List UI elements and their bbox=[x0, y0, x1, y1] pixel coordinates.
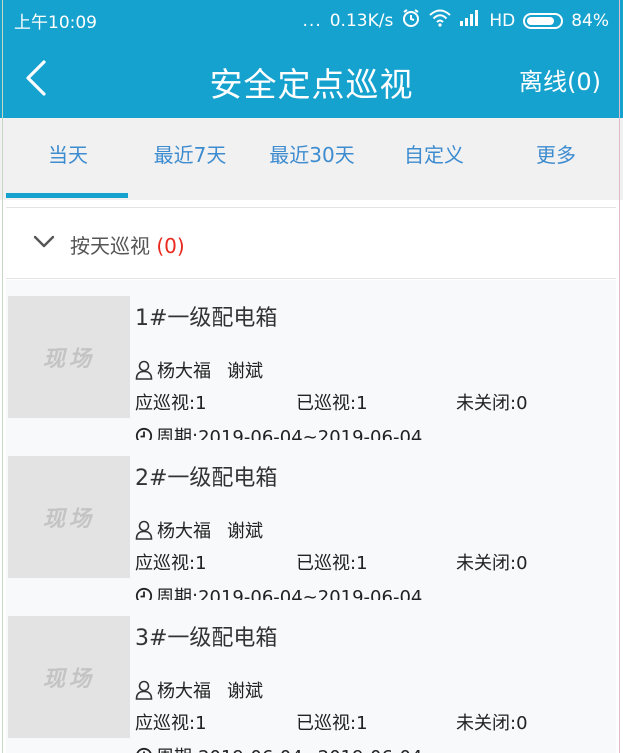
signal-icon bbox=[459, 10, 481, 31]
user-icon bbox=[135, 360, 153, 380]
assignees: 杨大福 谢斌 bbox=[135, 357, 263, 383]
site-thumbnail: 现场 bbox=[8, 456, 130, 578]
assignee-name: 谢斌 bbox=[227, 361, 263, 382]
assignee-name: 杨大福 bbox=[157, 521, 211, 542]
assignee-name: 杨大福 bbox=[157, 681, 211, 702]
patrol-list: 现场 1#一级配电箱 杨大福 谢斌 应巡视:1 已巡视:1 未关闭:0 周期:2… bbox=[6, 280, 616, 753]
period: 周期:2019-06-04~2019-06-04 bbox=[135, 743, 422, 753]
battery-percent: 84% bbox=[571, 10, 609, 31]
item-name: 1#一级配电箱 bbox=[135, 306, 278, 331]
thumbnail-text: 现场 bbox=[42, 507, 95, 532]
right-edge-line bbox=[619, 0, 620, 753]
list-item[interactable]: 现场 1#一级配电箱 杨大福 谢斌 应巡视:1 已巡视:1 未关闭:0 周期:2… bbox=[6, 280, 616, 448]
status-time: 上午10:09 bbox=[14, 13, 97, 33]
tab-more[interactable]: 更多 bbox=[494, 118, 618, 200]
item-name: 3#一级配电箱 bbox=[135, 626, 278, 651]
tab-last-30-days[interactable]: 最近30天 bbox=[250, 118, 374, 200]
status-bar: 上午10:09 ... 0.13K/s HD 84% bbox=[0, 0, 623, 38]
title-bar: 安全定点巡视 离线(0) bbox=[0, 38, 623, 118]
date-range-tabs: 当天 最近7天 最近30天 自定义 更多 bbox=[0, 118, 623, 200]
thumbnail-text: 现场 bbox=[42, 667, 95, 692]
list-item[interactable]: 现场 3#一级配电箱 杨大福 谢斌 应巡视:1 已巡视:1 未关闭:0 周期:2… bbox=[6, 600, 616, 753]
more-dots: ... bbox=[302, 10, 322, 31]
assignee-name: 谢斌 bbox=[227, 521, 263, 542]
period-text: 周期:2019-06-04~2019-06-04 bbox=[156, 743, 422, 753]
should-patrol-count: 应巡视:1 bbox=[135, 713, 207, 734]
offline-button[interactable]: 离线(0) bbox=[519, 62, 601, 97]
list-item[interactable]: 现场 2#一级配电箱 杨大福 谢斌 应巡视:1 已巡视:1 未关闭:0 周期:2… bbox=[6, 440, 616, 608]
assignees: 杨大福 谢斌 bbox=[135, 517, 263, 543]
user-icon bbox=[135, 680, 153, 700]
tab-today[interactable]: 当天 bbox=[6, 118, 130, 200]
clock-icon bbox=[136, 747, 152, 753]
left-edge-line bbox=[2, 0, 3, 753]
alarm-icon bbox=[401, 8, 421, 33]
assignees: 杨大福 谢斌 bbox=[135, 677, 263, 703]
battery-icon bbox=[523, 12, 564, 29]
group-title: 按天巡视 bbox=[70, 234, 150, 258]
assignee-name: 杨大福 bbox=[157, 361, 211, 382]
active-tab-indicator bbox=[6, 193, 128, 198]
unclosed-count: 未关闭:0 bbox=[456, 393, 528, 414]
group-label: 按天巡视 (0) bbox=[70, 230, 185, 259]
unclosed-count: 未关闭:0 bbox=[456, 713, 528, 734]
network-type: HD bbox=[489, 10, 516, 31]
group-header[interactable]: 按天巡视 (0) bbox=[6, 207, 616, 279]
tab-custom[interactable]: 自定义 bbox=[372, 118, 496, 200]
tab-last-7-days[interactable]: 最近7天 bbox=[128, 118, 252, 200]
site-thumbnail: 现场 bbox=[8, 616, 130, 738]
network-speed: 0.13K/s bbox=[329, 10, 394, 31]
status-indicators: ... 0.13K/s HD 84% bbox=[303, 8, 609, 33]
chevron-down-icon bbox=[33, 235, 55, 248]
assignee-name: 谢斌 bbox=[227, 681, 263, 702]
site-thumbnail: 现场 bbox=[8, 296, 130, 418]
patrolled-count: 已巡视:1 bbox=[296, 393, 368, 414]
user-icon bbox=[135, 520, 153, 540]
patrolled-count: 已巡视:1 bbox=[296, 553, 368, 574]
patrolled-count: 已巡视:1 bbox=[296, 713, 368, 734]
should-patrol-count: 应巡视:1 bbox=[135, 553, 207, 574]
battery-level bbox=[527, 16, 555, 25]
group-count: (0) bbox=[156, 234, 185, 258]
should-patrol-count: 应巡视:1 bbox=[135, 393, 207, 414]
wifi-icon bbox=[429, 9, 451, 32]
thumbnail-text: 现场 bbox=[42, 347, 95, 372]
item-name: 2#一级配电箱 bbox=[135, 466, 278, 491]
unclosed-count: 未关闭:0 bbox=[456, 553, 528, 574]
app-screen: 上午10:09 ... 0.13K/s HD 84% 安全定点巡视 离线(0) … bbox=[0, 0, 623, 753]
